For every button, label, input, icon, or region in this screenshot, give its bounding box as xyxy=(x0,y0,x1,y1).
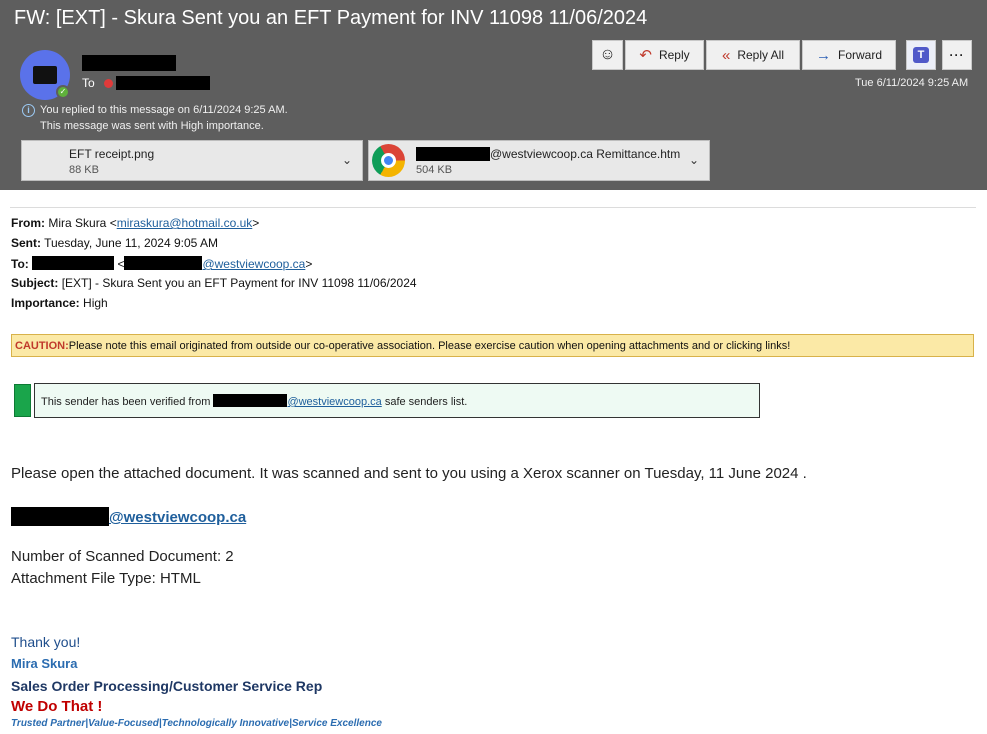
recipient-redacted[interactable] xyxy=(116,76,210,90)
sent-line: Sent: Tuesday, June 11, 2024 9:05 AM xyxy=(11,236,218,250)
received-date: Tue 6/11/2024 9:25 AM xyxy=(855,77,969,89)
chrome-icon xyxy=(372,144,405,177)
attachment-size: 504 KB xyxy=(416,164,453,176)
attachment-size: 88 KB xyxy=(69,164,99,176)
sender-avatar[interactable]: ✓ xyxy=(20,50,70,100)
signature-title: Sales Order Processing/Customer Service … xyxy=(11,678,323,694)
reaction-button[interactable]: ☺ xyxy=(592,40,623,70)
info-icon: i xyxy=(22,104,35,117)
reply-icon: ↶ xyxy=(639,47,652,64)
verified-post-text: safe senders list. xyxy=(384,396,468,408)
file-type: Attachment File Type: HTML xyxy=(11,570,201,587)
recipient-presence-icon xyxy=(104,79,113,88)
verified-email-link[interactable]: @westviewcoop.ca xyxy=(287,396,381,408)
forward-button[interactable]: → Forward xyxy=(802,40,896,70)
sender-domain-link[interactable]: @westviewcoop.ca xyxy=(109,509,246,526)
sent-value: Tuesday, June 11, 2024 9:05 AM xyxy=(44,236,219,250)
more-icon: ··· xyxy=(949,48,965,62)
scanned-count: Number of Scanned Document: 2 xyxy=(11,548,234,565)
sender-name-redacted[interactable] xyxy=(82,55,176,71)
caution-text: Please note this email originated from o… xyxy=(68,340,791,352)
action-toolbar: ☺ ↶ Reply « Reply All → Forward T ··· xyxy=(592,40,972,70)
replied-info[interactable]: You replied to this message on 6/11/2024… xyxy=(40,104,288,116)
subject-label: Subject: xyxy=(11,276,59,290)
reply-all-button[interactable]: « Reply All xyxy=(706,40,800,70)
from-email-link[interactable]: miraskura@hotmail.co.uk xyxy=(117,216,253,230)
attachment-name: EFT receipt.png xyxy=(69,147,155,161)
from-name: Mira Skura < xyxy=(48,216,117,230)
to-name-redacted xyxy=(32,256,115,270)
more-actions-button[interactable]: ··· xyxy=(942,40,972,70)
sender-user-redacted xyxy=(11,507,109,526)
importance-value: High xyxy=(83,296,108,310)
signature-tagline: Trusted Partner|Value-Focused|Technologi… xyxy=(11,718,382,729)
presence-available-icon: ✓ xyxy=(56,85,70,99)
sender-email-line: @westviewcoop.ca xyxy=(11,507,246,526)
signature-slogan: We Do That ! xyxy=(11,698,103,715)
verified-sender-box: This sender has been verified from @west… xyxy=(34,383,760,418)
verified-user-redacted xyxy=(213,394,288,407)
importance-info: This message was sent with High importan… xyxy=(40,120,264,132)
caution-label: CAUTION: xyxy=(15,340,69,352)
from-label: From: xyxy=(11,216,45,230)
verified-status-bar xyxy=(14,384,31,417)
subject-value: [EXT] - Skura Sent you an EFT Payment fo… xyxy=(61,276,417,290)
attachment-name-redacted xyxy=(416,147,490,161)
importance-label: Importance: xyxy=(11,296,80,310)
body-paragraph: Please open the attached document. It wa… xyxy=(11,465,807,482)
closing-thanks: Thank you! xyxy=(11,634,81,650)
signature-name: Mira Skura xyxy=(11,656,78,671)
to-field-label: To: xyxy=(11,257,29,271)
to-line: To: < @westviewcoop.ca> xyxy=(11,256,313,271)
reply-all-label: Reply All xyxy=(737,48,785,62)
caution-banner: CAUTION:Please note this email originate… xyxy=(11,334,974,357)
from-line: From: Mira Skura <miraskura@hotmail.co.u… xyxy=(11,216,259,230)
attachment-name: @westviewcoop.ca Remittance.htm xyxy=(490,147,681,161)
chevron-down-icon[interactable]: ⌄ xyxy=(689,153,699,167)
attachment-item[interactable]: EFT receipt.png 88 KB ⌄ xyxy=(21,140,363,181)
attachment-item[interactable]: @westviewcoop.ca Remittance.htm 504 KB ⌄ xyxy=(368,140,710,181)
sent-label: Sent: xyxy=(11,236,41,250)
avatar-redaction xyxy=(33,66,57,84)
to-label: To xyxy=(82,76,95,90)
message-subject: FW: [EXT] - Skura Sent you an EFT Paymen… xyxy=(14,7,648,29)
forward-icon: → xyxy=(815,46,831,64)
divider xyxy=(10,207,976,208)
smiley-icon: ☺ xyxy=(599,46,616,63)
teams-button[interactable]: T xyxy=(906,40,936,70)
reply-label: Reply xyxy=(658,48,690,62)
from-end: > xyxy=(252,216,260,230)
to-user-redacted xyxy=(124,256,203,270)
reply-button[interactable]: ↶ Reply xyxy=(625,40,704,70)
forward-label: Forward xyxy=(837,48,882,62)
to-email-link[interactable]: @westviewcoop.ca xyxy=(202,257,305,271)
teams-icon: T xyxy=(913,47,929,63)
importance-line: Importance: High xyxy=(11,296,108,310)
subject-line: Subject: [EXT] - Skura Sent you an EFT P… xyxy=(11,276,417,290)
verified-pre-text: This sender has been verified from xyxy=(41,396,211,408)
chevron-down-icon[interactable]: ⌄ xyxy=(342,153,352,167)
message-header: FW: [EXT] - Skura Sent you an EFT Paymen… xyxy=(0,0,987,190)
reply-all-icon: « xyxy=(721,46,731,64)
